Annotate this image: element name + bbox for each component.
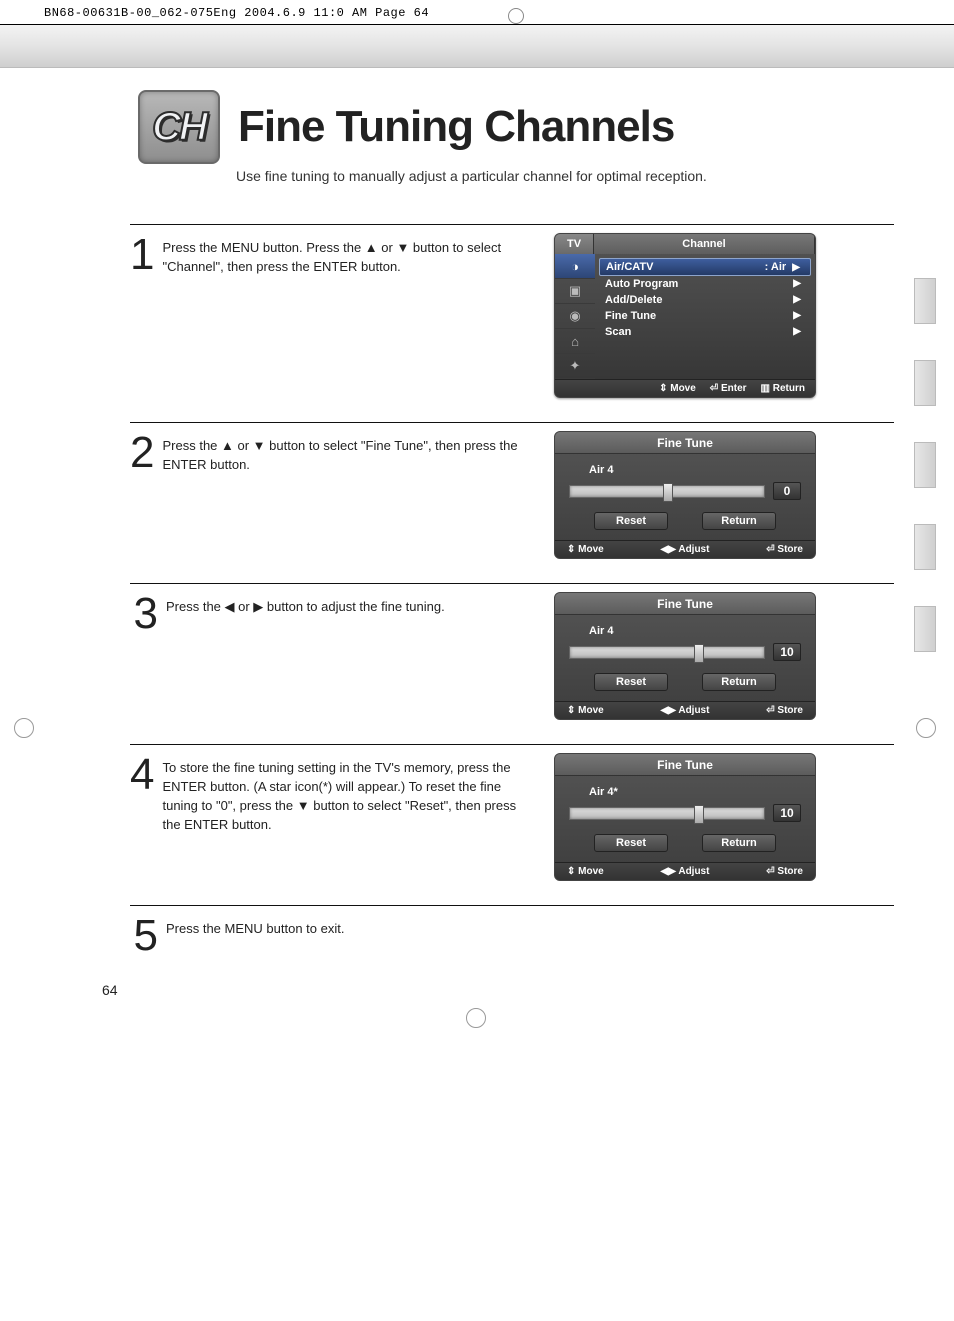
page-number: 64 [102,982,118,998]
channel-label: Air 4 [569,464,801,476]
return-button[interactable]: Return [702,834,776,852]
footer-enter: ⏎ Enter [710,383,747,394]
reset-button[interactable]: Reset [594,834,668,852]
menu-item-add-delete[interactable]: Add/Delete ▶ [595,292,815,308]
side-tab [914,442,936,488]
footer-move: ⇕ Move [567,705,604,716]
fine-tune-slider[interactable] [569,807,765,820]
setup-icon: ⌂ [555,329,595,354]
picture-icon: ◑ [555,254,595,279]
footer-adjust: ◀▶ Adjust [661,544,710,555]
footer-adjust: ◀▶ Adjust [661,866,710,877]
pip-icon: ✦ [555,354,595,379]
side-tab [914,278,936,324]
footer-store: ⏎ Store [766,866,803,877]
menu-item-auto-program[interactable]: Auto Program ▶ [595,276,815,292]
step-2: 2 Press the ▲ or ▼ button to select "Fin… [130,422,894,583]
osd-channel-menu: TV Channel ◑ ▣ ◉ ⌂ ✦ Air/C [554,233,816,398]
osd-title: Fine Tune [555,432,815,454]
fine-tune-value: 0 [773,482,801,500]
menu-label: Air/CATV [606,261,653,273]
chevron-right-icon: ▶ [793,326,801,338]
slider-thumb[interactable] [694,805,704,824]
menu-item-scan[interactable]: Scan ▶ [595,324,815,340]
footer-move: ⇕ Move [567,544,604,555]
reset-button[interactable]: Reset [594,512,668,530]
fine-tune-slider[interactable] [569,646,765,659]
side-tab [914,606,936,652]
thumb-index-tabs [914,278,936,652]
footer-return: ▥ Return [761,383,805,394]
side-tab [914,524,936,570]
step-number: 1 [130,233,154,277]
osd-tab-channel: Channel [594,234,815,254]
step-5: 5 Press the MENU button to exit. [130,905,894,982]
menu-label: Fine Tune [605,310,656,322]
brushed-header-bar [0,24,954,68]
osd-title: Fine Tune [555,593,815,615]
menu-value: : Air [765,261,787,273]
footer-move: ⇕ Move [659,383,696,394]
chevron-right-icon: ▶ [793,294,801,306]
channel-label: Air 4* [569,786,801,798]
slider-thumb[interactable] [663,483,673,502]
channel-label: Air 4 [569,625,801,637]
footer-store: ⏎ Store [766,544,803,555]
crop-mark-icon [14,718,34,738]
ch-badge-text: CH [152,105,206,150]
osd-footer: ⇕ Move ◀▶ Adjust ⏎ Store [555,862,815,880]
osd-footer: ⇕ Move ⏎ Enter ▥ Return [555,379,815,397]
fine-tune-value: 10 [773,643,801,661]
reset-button[interactable]: Reset [594,673,668,691]
channel-icon: ◉ [555,304,595,329]
footer-adjust: ◀▶ Adjust [661,705,710,716]
slider-thumb[interactable] [694,644,704,663]
step-3: 3 Press the ◀ or ▶ button to adjust the … [130,583,894,744]
step-text: Press the MENU button to exit. [166,914,344,939]
osd-fine-tune: Fine Tune Air 4 10 Reset Return [554,592,816,720]
menu-label: Scan [605,326,631,338]
footer-move: ⇕ Move [567,866,604,877]
fine-tune-slider[interactable] [569,485,765,498]
osd-fine-tune: Fine Tune Air 4 0 Reset Return ⇕ [554,431,816,559]
page-title: Fine Tuning Channels [238,102,674,152]
return-button[interactable]: Return [702,673,776,691]
step-text: Press the MENU button. Press the ▲ or ▼ … [162,233,530,277]
step-4: 4 To store the fine tuning setting in th… [130,744,894,905]
step-number: 3 [130,592,158,636]
chevron-right-icon: ▶ [792,262,800,273]
step-1: 1 Press the MENU button. Press the ▲ or … [130,224,894,422]
osd-footer: ⇕ Move ◀▶ Adjust ⏎ Store [555,701,815,719]
menu-label: Add/Delete [605,294,662,306]
osd-icon-column: ◑ ▣ ◉ ⌂ ✦ [555,254,595,379]
osd-fine-tune: Fine Tune Air 4* 10 Reset Return [554,753,816,881]
step-number: 2 [130,431,154,475]
crop-mark-icon [916,718,936,738]
step-text: Press the ▲ or ▼ button to select "Fine … [162,431,530,475]
step-number: 4 [130,753,154,797]
fine-tune-value: 10 [773,804,801,822]
side-tab [914,360,936,406]
menu-item-air-catv[interactable]: Air/CATV : Air ▶ [599,258,811,276]
crop-mark-icon [466,1008,486,1028]
return-button[interactable]: Return [702,512,776,530]
menu-item-fine-tune[interactable]: Fine Tune ▶ [595,308,815,324]
sound-icon: ▣ [555,279,595,304]
ch-badge: CH [138,90,220,164]
footer-store: ⏎ Store [766,705,803,716]
osd-footer: ⇕ Move ◀▶ Adjust ⏎ Store [555,540,815,558]
print-header: BN68-00631B-00_062-075Eng 2004.6.9 11:0 … [0,0,954,24]
osd-tab-tv: TV [555,234,594,254]
step-text: To store the fine tuning setting in the … [162,753,530,834]
chevron-right-icon: ▶ [793,278,801,290]
osd-title: Fine Tune [555,754,815,776]
menu-label: Auto Program [605,278,678,290]
step-text: Press the ◀ or ▶ button to adjust the fi… [166,592,445,617]
chevron-right-icon: ▶ [793,310,801,322]
step-number: 5 [130,914,158,958]
page-subtitle: Use fine tuning to manually adjust a par… [236,168,894,184]
